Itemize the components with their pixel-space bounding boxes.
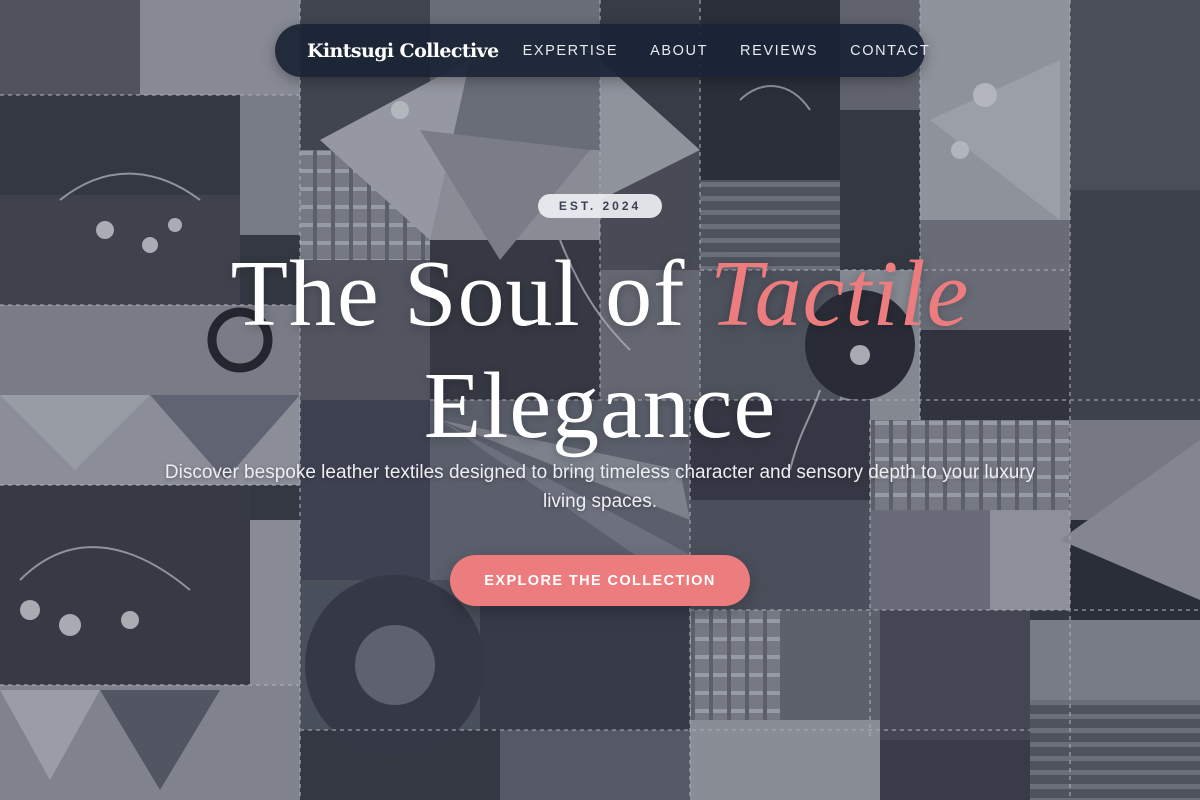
- nav-links: EXPERTISE ABOUT REVIEWS CONTACT: [523, 43, 931, 59]
- established-badge: EST. 2024: [538, 194, 662, 218]
- nav-link-reviews[interactable]: REVIEWS: [740, 43, 818, 59]
- headline-text-start: The Soul of: [230, 242, 710, 346]
- hero-subtitle: Discover bespoke leather textiles design…: [164, 462, 1036, 512]
- brand-logo-text[interactable]: Kintsugi Collective: [307, 40, 499, 62]
- hero-headline: The Soul of Tactile Elegance: [100, 238, 1100, 462]
- top-navigation-bar: Kintsugi Collective EXPERTISE ABOUT REVI…: [275, 24, 929, 77]
- nav-link-expertise[interactable]: EXPERTISE: [523, 43, 619, 59]
- nav-link-contact[interactable]: CONTACT: [850, 43, 930, 59]
- nav-link-about[interactable]: ABOUT: [650, 43, 708, 59]
- headline-text-end: Elegance: [423, 354, 777, 458]
- explore-collection-button[interactable]: EXPLORE THE COLLECTION: [450, 555, 750, 606]
- headline-accent-word: Tactile: [709, 242, 970, 346]
